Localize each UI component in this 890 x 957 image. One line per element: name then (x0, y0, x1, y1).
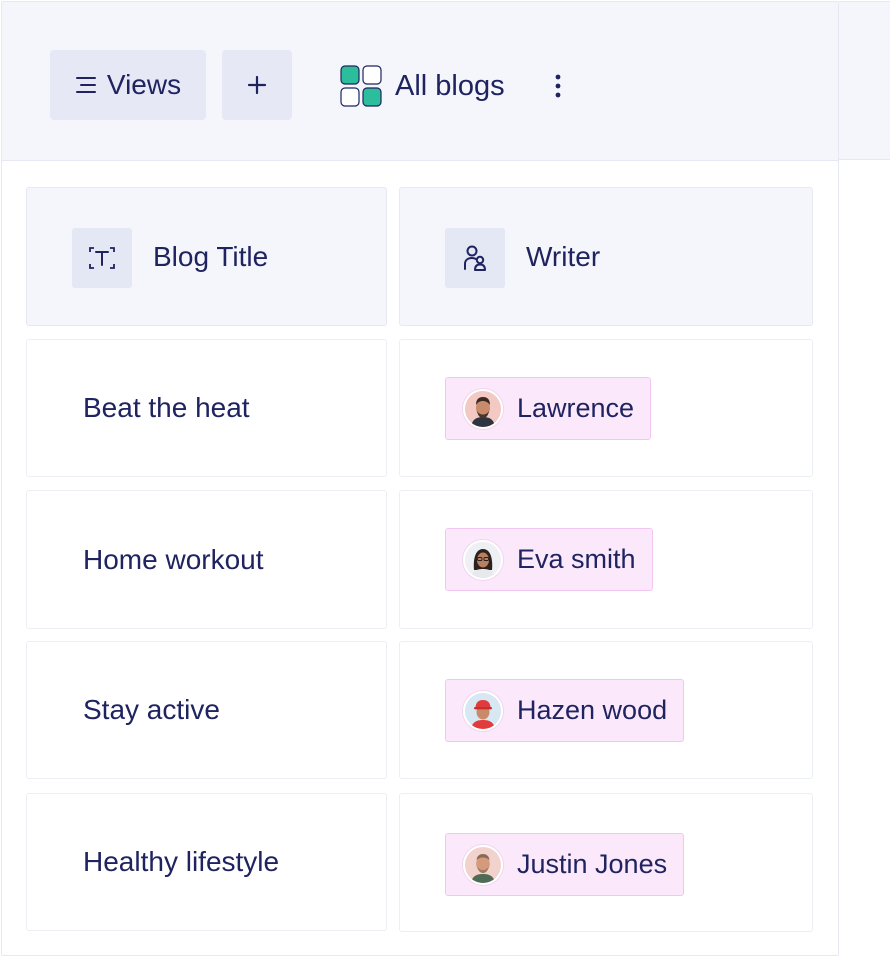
blog-title: Beat the heat (83, 392, 250, 423)
add-view-button[interactable] (222, 50, 292, 120)
column-header-blog-title[interactable]: Blog Title (26, 187, 387, 326)
toolbar: Views All blogs (2, 2, 838, 161)
kebab-icon[interactable] (547, 70, 569, 102)
toolbar-extension (839, 1, 890, 160)
table-cell-writer[interactable]: Hazen wood (399, 641, 813, 779)
avatar (463, 539, 503, 580)
view-name: All blogs (395, 69, 505, 102)
writer-name: Justin Jones (517, 849, 668, 879)
writer-name: Eva smith (517, 544, 636, 574)
table-cell-title[interactable]: Beat the heat (26, 339, 387, 477)
avatar (463, 844, 503, 885)
blog-title: Stay active (83, 694, 220, 725)
current-view[interactable]: All blogs (340, 64, 505, 108)
writer-chip[interactable]: Justin Jones (445, 833, 685, 896)
menu-lines-icon (75, 75, 97, 95)
views-label: Views (106, 69, 182, 100)
writer-name: Hazen wood (517, 695, 668, 725)
users-icon (445, 228, 505, 288)
table-cell-title[interactable]: Home workout (26, 490, 387, 629)
table-cell-writer[interactable]: Lawrence (399, 339, 813, 477)
writer-chip[interactable]: Eva smith (445, 528, 653, 591)
table-cell-title[interactable]: Healthy lifestyle (26, 793, 387, 931)
views-button[interactable]: Views (50, 50, 206, 120)
avatar (463, 388, 503, 429)
text-field-icon (72, 228, 132, 288)
column-label: Writer (526, 240, 601, 272)
blog-title: Home workout (83, 543, 264, 575)
column-label: Blog Title (153, 240, 269, 272)
writer-chip[interactable]: Hazen wood (445, 679, 685, 742)
table-cell-writer[interactable]: Justin Jones (399, 793, 813, 932)
blog-title: Healthy lifestyle (83, 846, 280, 877)
writer-chip[interactable]: Lawrence (445, 377, 652, 440)
table-cell-writer[interactable]: Eva smith (399, 490, 813, 629)
grid-app-icon (340, 65, 382, 107)
writer-name: Lawrence (517, 393, 635, 423)
plus-icon (247, 75, 267, 95)
avatar (463, 690, 503, 731)
table-cell-title[interactable]: Stay active (26, 641, 387, 779)
column-header-writer[interactable]: Writer (399, 187, 813, 326)
